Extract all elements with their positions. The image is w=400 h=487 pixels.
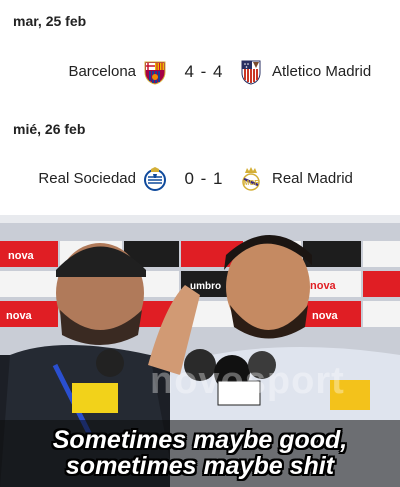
real-sociedad-crest-icon	[144, 167, 166, 191]
svg-text:umbro: umbro	[190, 281, 221, 292]
meme-image: nova umbro nova nova nova novosport Some…	[0, 215, 400, 487]
home-team-name: Barcelona	[68, 63, 136, 80]
fc-barcelona-crest-icon	[144, 61, 166, 85]
svg-text:nova: nova	[6, 310, 33, 322]
meme-caption-line-1: Sometimes maybe good,	[52, 426, 348, 454]
atletico-madrid-crest-icon	[241, 60, 261, 85]
meme-caption-line-2: sometimes maybe shit	[65, 452, 335, 480]
svg-text:nova: nova	[312, 310, 339, 322]
match-row[interactable]: Barcelona 4 - 4 Atletico Madrid	[0, 57, 400, 87]
match-results-panel: mar, 25 feb Barcelona 4 - 4 Atletico Mad…	[0, 0, 400, 215]
svg-text:nova: nova	[310, 280, 337, 292]
match-date-1: mar, 25 feb	[13, 13, 87, 29]
match-score: 0 - 1	[184, 169, 224, 188]
svg-text:nova: nova	[8, 250, 35, 262]
watermark: novosport	[150, 360, 345, 402]
home-team-name: Real Sociedad	[38, 170, 136, 187]
svg-text:MCF: MCF	[243, 180, 259, 187]
away-team-name: Real Madrid	[272, 170, 353, 187]
away-team-name: Atletico Madrid	[272, 63, 372, 80]
match-row[interactable]: Real Sociedad 0 - 1 MCF Real Madrid	[0, 164, 400, 194]
match-date-2: mié, 26 feb	[13, 121, 86, 137]
match-score: 4 - 4	[184, 62, 224, 81]
real-madrid-crest-icon: MCF	[242, 167, 260, 191]
